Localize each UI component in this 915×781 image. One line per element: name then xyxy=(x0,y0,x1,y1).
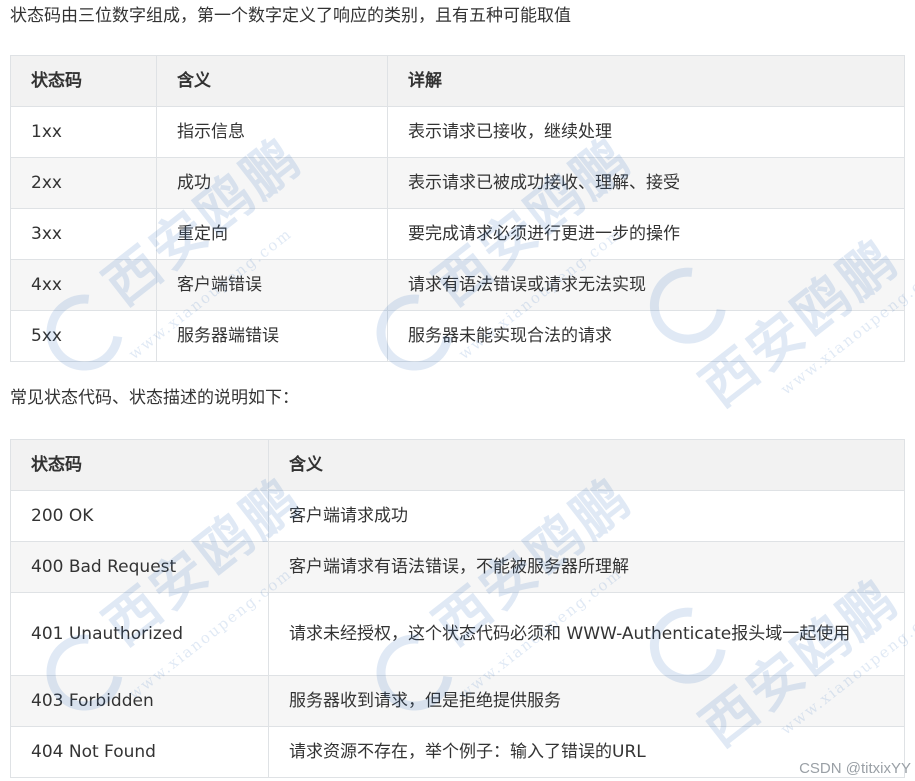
common-codes-paragraph: 常见状态代码、状态描述的说明如下： xyxy=(10,388,299,408)
table-row: 4xx 客户端错误 请求有语法错误或请求无法实现 xyxy=(10,259,905,311)
table-row: 3xx 重定向 要完成请求必须进行更进一步的操作 xyxy=(10,208,905,260)
status-code-cell: 400 Bad Request xyxy=(10,541,269,593)
status-code-cell: 403 Forbidden xyxy=(10,675,269,727)
header-detail: 详解 xyxy=(387,55,905,107)
meaning-cell: 重定向 xyxy=(156,208,388,260)
status-code-cell: 200 OK xyxy=(10,490,269,542)
table-row: 404 Not Found 请求资源不存在，举个例子：输入了错误的URL xyxy=(10,726,905,778)
detail-cell: 服务器未能实现合法的请求 xyxy=(387,310,905,362)
status-code-cell: 404 Not Found xyxy=(10,726,269,778)
meaning-cell: 客户端错误 xyxy=(156,259,388,311)
header-meaning: 含义 xyxy=(156,55,388,107)
csdn-watermark: CSDN @titxixYY xyxy=(799,760,911,777)
table-header-row: 状态码 含义 详解 xyxy=(10,55,905,107)
status-code-cell: 4xx xyxy=(10,259,157,311)
meaning-cell: 成功 xyxy=(156,157,388,209)
detail-cell: 表示请求已被成功接收、理解、接受 xyxy=(387,157,905,209)
status-code-cell: 2xx xyxy=(10,157,157,209)
table-row: 1xx 指示信息 表示请求已接收，继续处理 xyxy=(10,106,905,158)
meaning-cell: 请求未经授权，这个状态代码必须和 WWW-Authenticate报头域一起使用 xyxy=(268,592,905,676)
meaning-cell: 客户端请求有语法错误，不能被服务器所理解 xyxy=(268,541,905,593)
status-code-cell: 3xx xyxy=(10,208,157,260)
meaning-cell: 指示信息 xyxy=(156,106,388,158)
table-row: 2xx 成功 表示请求已被成功接收、理解、接受 xyxy=(10,157,905,209)
detail-cell: 表示请求已接收，继续处理 xyxy=(387,106,905,158)
table-row: 403 Forbidden 服务器收到请求，但是拒绝提供服务 xyxy=(10,675,905,727)
status-code-cell: 401 Unauthorized xyxy=(10,592,269,676)
table-row: 401 Unauthorized 请求未经授权，这个状态代码必须和 WWW-Au… xyxy=(10,592,905,676)
header-status-code: 状态码 xyxy=(10,55,157,107)
intro-paragraph: 状态码由三位数字组成，第一个数字定义了响应的类别，且有五种可能取值 xyxy=(10,6,571,26)
header-status-code: 状态码 xyxy=(10,439,269,491)
status-class-table: 状态码 含义 详解 1xx 指示信息 表示请求已接收，继续处理 2xx 成功 表… xyxy=(10,55,905,362)
table-row: 200 OK 客户端请求成功 xyxy=(10,490,905,542)
table-header-row: 状态码 含义 xyxy=(10,439,905,491)
header-meaning: 含义 xyxy=(268,439,905,491)
table-row: 400 Bad Request 客户端请求有语法错误，不能被服务器所理解 xyxy=(10,541,905,593)
meaning-cell: 客户端请求成功 xyxy=(268,490,905,542)
detail-cell: 要完成请求必须进行更进一步的操作 xyxy=(387,208,905,260)
detail-cell: 请求有语法错误或请求无法实现 xyxy=(387,259,905,311)
meaning-cell: 服务器端错误 xyxy=(156,310,388,362)
status-code-cell: 5xx xyxy=(10,310,157,362)
meaning-cell: 服务器收到请求，但是拒绝提供服务 xyxy=(268,675,905,727)
status-code-cell: 1xx xyxy=(10,106,157,158)
table-row: 5xx 服务器端错误 服务器未能实现合法的请求 xyxy=(10,310,905,362)
common-status-table: 状态码 含义 200 OK 客户端请求成功 400 Bad Request 客户… xyxy=(10,439,905,778)
